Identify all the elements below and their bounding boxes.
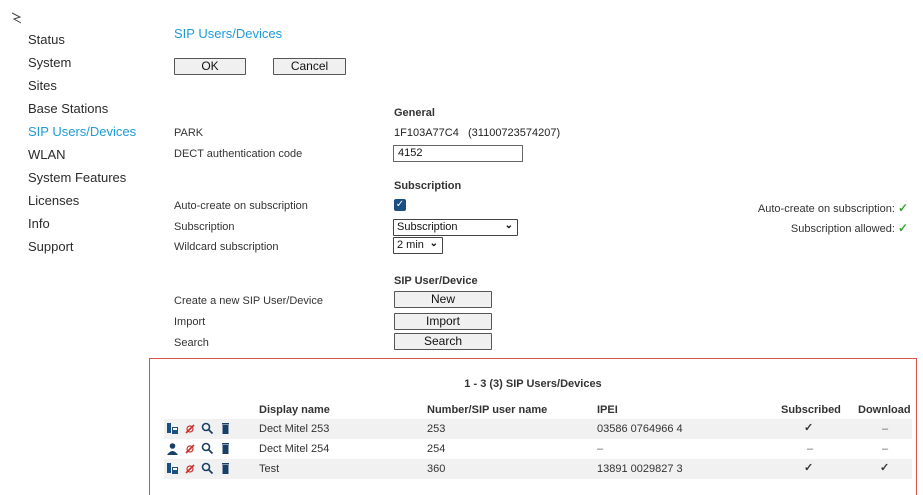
wildcard-select[interactable]: 2 min ⌄ <box>393 237 443 254</box>
general-heading: General <box>394 107 435 119</box>
ok-button[interactable]: OK <box>174 58 246 75</box>
search-icon[interactable] <box>201 462 214 475</box>
create-label: Create a new SIP User/Device <box>174 295 323 307</box>
sip-heading: SIP User/Device <box>394 275 478 287</box>
status-allowed-text: Subscription allowed: <box>790 223 895 235</box>
table-row: Test 360 13891 0029827 3 ✓ ✓ <box>164 459 912 479</box>
new-button[interactable]: New <box>394 291 492 308</box>
user-icon[interactable] <box>166 442 179 455</box>
sidebar-item-wlan[interactable]: WLAN <box>28 143 148 166</box>
search-icon[interactable] <box>201 422 214 435</box>
subscription-label: Subscription <box>174 221 235 233</box>
page-title: SIP Users/Devices <box>174 26 283 41</box>
trash-icon[interactable] <box>219 442 232 455</box>
subscription-select[interactable]: Subscription ⌄ <box>393 219 518 236</box>
col-ipei[interactable]: IPEI <box>597 404 618 416</box>
row-ipei: 03586 0764966 4 <box>597 423 683 435</box>
sidebar-item-licenses[interactable]: Licenses <box>28 189 148 212</box>
status-auto-create: Auto-create on subscription: ✓ <box>758 201 908 215</box>
wildcard-select-value: 2 min <box>397 239 424 251</box>
chevron-down-icon: ⌄ <box>429 238 438 249</box>
results-panel: 1 - 3 (3) SIP Users/Devices Display name… <box>149 358 917 495</box>
sidebar-item-support[interactable]: Support <box>28 235 148 258</box>
row-display-name[interactable]: Test <box>259 463 279 475</box>
row-download: – <box>882 423 889 435</box>
subscription-heading: Subscription <box>394 180 462 192</box>
col-number[interactable]: Number/SIP user name <box>427 404 547 416</box>
col-display-name[interactable]: Display name <box>259 404 330 416</box>
results-title: 1 - 3 (3) SIP Users/Devices <box>464 378 602 390</box>
dect-device-icon[interactable] <box>166 422 179 435</box>
sidebar-item-status[interactable]: Status <box>28 28 148 51</box>
cancel-button[interactable]: Cancel <box>273 58 346 75</box>
park-id: 1F103A77C4 <box>394 127 459 139</box>
row-number: 254 <box>427 443 446 455</box>
row-download: ✓ <box>880 462 890 474</box>
dect-auth-label: DECT authentication code <box>174 148 303 160</box>
sidebar-nav: Status System Sites Base Stations SIP Us… <box>28 28 148 258</box>
park-value: 1F103A77C4 (31100723574207) <box>394 127 560 139</box>
row-subscribed: – <box>807 443 814 455</box>
row-number: 360 <box>427 463 446 475</box>
check-icon: ✓ <box>897 201 908 215</box>
col-subscribed[interactable]: Subscribed <box>781 404 841 416</box>
row-download: – <box>882 443 889 455</box>
trash-icon[interactable] <box>219 422 232 435</box>
delete-registration-icon[interactable] <box>184 462 197 475</box>
sidebar-item-system[interactable]: System <box>28 51 148 74</box>
row-display-name[interactable]: Dect Mitel 253 <box>259 423 329 435</box>
dect-auth-code-input[interactable]: 4152 <box>393 145 523 162</box>
table-row: Dect Mitel 254 254 – – – <box>164 439 912 459</box>
row-subscribed: ✓ <box>804 422 814 434</box>
search-icon[interactable] <box>201 442 214 455</box>
search-button[interactable]: Search <box>394 333 492 350</box>
sidebar-item-system-features[interactable]: System Features <box>28 166 148 189</box>
sidebar-item-base-stations[interactable]: Base Stations <box>28 97 148 120</box>
col-download[interactable]: Download <box>858 404 911 416</box>
park-label: PARK <box>174 127 204 139</box>
import-label: Import <box>174 316 206 328</box>
delete-registration-icon[interactable] <box>184 422 197 435</box>
row-subscribed: ✓ <box>804 462 814 474</box>
dect-device-icon[interactable] <box>166 462 179 475</box>
row-display-name[interactable]: Dect Mitel 254 <box>259 443 329 455</box>
park-number: (31100723574207) <box>468 127 561 139</box>
table-row: Dect Mitel 253 253 03586 0764966 4 ✓ – <box>164 419 912 439</box>
sidebar-item-sip-users-devices[interactable]: SIP Users/Devices <box>28 120 148 143</box>
sidebar-item-sites[interactable]: Sites <box>28 74 148 97</box>
row-number: 253 <box>427 423 446 435</box>
row-ipei: 13891 0029827 3 <box>597 463 683 475</box>
status-subscription-allowed: Subscription allowed: ✓ <box>791 221 908 235</box>
check-icon: ✓ <box>897 221 908 235</box>
subscription-select-value: Subscription <box>397 221 458 233</box>
auto-create-checkbox[interactable]: ✓ <box>394 199 406 211</box>
status-auto-create-text: Auto-create on subscription: <box>757 203 895 215</box>
import-button[interactable]: Import <box>394 313 492 330</box>
trash-icon[interactable] <box>219 462 232 475</box>
mitel-logo-icon <box>11 12 22 24</box>
wildcard-label: Wildcard subscription <box>174 241 279 253</box>
search-label: Search <box>174 337 209 349</box>
auto-create-label: Auto-create on subscription <box>174 200 308 212</box>
chevron-down-icon: ⌄ <box>504 220 513 231</box>
delete-registration-icon[interactable] <box>184 442 197 455</box>
sidebar-item-info[interactable]: Info <box>28 212 148 235</box>
row-ipei: – <box>597 443 604 455</box>
